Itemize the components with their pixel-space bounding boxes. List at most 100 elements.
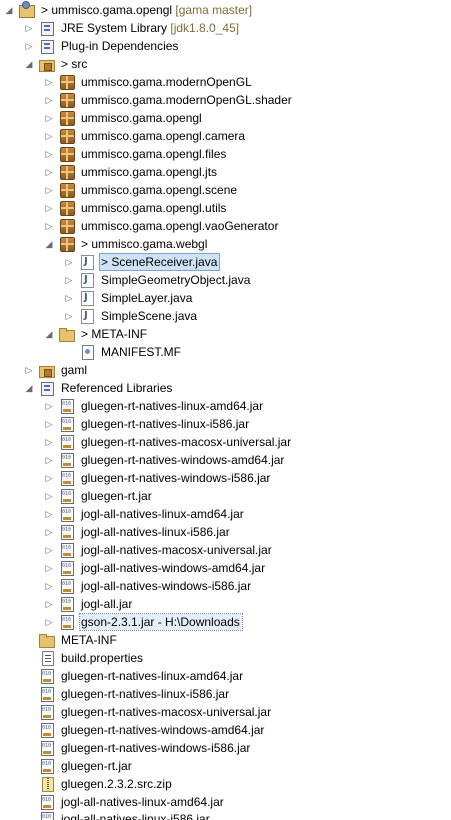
tree-row-refjar-gluegen-linux-i586[interactable]: ▷ gluegen-rt-natives-linux-i586.jar xyxy=(44,415,251,433)
collapsed-arrow-icon[interactable]: ▷ xyxy=(44,181,54,199)
tree-row-refjar-gluegen-windows-i586[interactable]: ▷ gluegen-rt-natives-windows-i586.jar xyxy=(44,469,272,487)
collapsed-arrow-icon[interactable]: ▷ xyxy=(44,577,54,595)
collapsed-arrow-icon[interactable]: ▷ xyxy=(24,19,34,37)
tree-item-label: SimpleScene.java xyxy=(100,308,199,324)
collapsed-arrow-icon[interactable]: ▷ xyxy=(44,199,54,217)
tree-row-plugin-dependencies[interactable]: ▷ Plug-in Dependencies xyxy=(24,37,180,55)
tree-item-text: gluegen.2.3.2.src.zip xyxy=(61,777,172,791)
jar-icon xyxy=(59,524,75,540)
tree-row-jar-jogl-linux-i586[interactable]: jogl-all-natives-linux-i586.jar xyxy=(24,811,212,820)
tree-row-jar-jogl-linux-amd64[interactable]: jogl-all-natives-linux-amd64.jar xyxy=(24,793,226,811)
collapsed-arrow-icon[interactable]: ▷ xyxy=(44,433,54,451)
collapsed-arrow-icon[interactable]: ▷ xyxy=(44,487,54,505)
collapsed-arrow-icon[interactable]: ▷ xyxy=(44,145,54,163)
collapsed-arrow-icon[interactable]: ▷ xyxy=(44,613,54,631)
tree-row-source-folder-gaml[interactable]: ▷ gaml xyxy=(24,361,89,379)
tree-row-package-opengl[interactable]: ▷ ummisco.gama.opengl xyxy=(44,109,204,127)
tree-row-jar-gluegen-linux-i586[interactable]: gluegen-rt-natives-linux-i586.jar xyxy=(24,685,231,703)
tree-row-refjar-gson[interactable]: ▷ gson-2.3.1.jar - H:\Downloads xyxy=(44,613,243,631)
tree-item-label: jogl-all-natives-windows-i586.jar xyxy=(80,578,253,594)
collapsed-arrow-icon[interactable]: ▷ xyxy=(44,541,54,559)
collapsed-arrow-icon[interactable]: ▷ xyxy=(44,451,54,469)
tree-row-refjar-jogl-linux-amd64[interactable]: ▷ jogl-all-natives-linux-amd64.jar xyxy=(44,505,246,523)
tree-item-label: gluegen-rt-natives-linux-amd64.jar xyxy=(60,668,245,684)
collapsed-arrow-icon[interactable]: ▷ xyxy=(44,91,54,109)
tree-row-package-modernopengl[interactable]: ▷ ummisco.gama.modernOpenGL xyxy=(44,73,254,91)
collapsed-arrow-icon[interactable]: ▷ xyxy=(44,469,54,487)
tree-row-package-opengl-scene[interactable]: ▷ ummisco.gama.opengl.scene xyxy=(44,181,239,199)
tree-row-file-build-properties[interactable]: build.properties xyxy=(24,649,145,667)
expanded-arrow-icon[interactable]: ◢ xyxy=(44,235,54,253)
properties-file-icon xyxy=(39,650,55,666)
collapsed-arrow-icon[interactable]: ▷ xyxy=(64,307,74,325)
tree-row-package-modernopengl-shader[interactable]: ▷ ummisco.gama.modernOpenGL.shader xyxy=(44,91,294,109)
tree-row-package-opengl-camera[interactable]: ▷ ummisco.gama.opengl.camera xyxy=(44,127,247,145)
tree-row-package-opengl-files[interactable]: ▷ ummisco.gama.opengl.files xyxy=(44,145,228,163)
collapsed-arrow-icon[interactable]: ▷ xyxy=(64,289,74,307)
collapsed-arrow-icon[interactable]: ▷ xyxy=(44,397,54,415)
tree-row-file-scenereceiver[interactable]: ▷ > SceneReceiver.java xyxy=(64,253,221,271)
expanded-arrow-icon[interactable]: ◢ xyxy=(24,379,34,397)
tree-row-refjar-gluegen-linux-amd64[interactable]: ▷ gluegen-rt-natives-linux-amd64.jar xyxy=(44,397,265,415)
collapsed-arrow-icon[interactable]: ▷ xyxy=(44,109,54,127)
collapsed-arrow-icon[interactable]: ▷ xyxy=(44,163,54,181)
expanded-arrow-icon[interactable]: ◢ xyxy=(24,55,34,73)
collapsed-arrow-icon[interactable]: ▷ xyxy=(44,217,54,235)
collapsed-arrow-icon[interactable]: ▷ xyxy=(44,595,54,613)
tree-row-refjar-jogl-windows-i586[interactable]: ▷ jogl-all-natives-windows-i586.jar xyxy=(44,577,253,595)
tree-row-refjar-gluegen-rt[interactable]: ▷ gluegen-rt.jar xyxy=(44,487,154,505)
tree-row-package-webgl[interactable]: ◢ > ummisco.gama.webgl xyxy=(44,235,209,253)
tree-row-folder-meta-inf[interactable]: META-INF xyxy=(24,631,119,649)
tree-row-refjar-gluegen-macosx[interactable]: ▷ gluegen-rt-natives-macosx-universal.jar xyxy=(44,433,293,451)
tree-row-jar-gluegen-rt[interactable]: gluegen-rt.jar xyxy=(24,757,134,775)
tree-item-label: gluegen-rt-natives-windows-i586.jar xyxy=(60,740,252,756)
collapsed-arrow-icon[interactable]: ▷ xyxy=(44,505,54,523)
tree-row-package-opengl-utils[interactable]: ▷ ummisco.gama.opengl.utils xyxy=(44,199,228,217)
tree-item-text: ummisco.gama.webgl xyxy=(91,237,208,251)
jar-icon xyxy=(39,668,55,684)
tree-row-jar-gluegen-windows-i586[interactable]: gluegen-rt-natives-windows-i586.jar xyxy=(24,739,252,757)
tree-item-text: ummisco.gama.modernOpenGL.shader xyxy=(81,93,292,107)
tree-row-refjar-jogl-linux-i586[interactable]: ▷ jogl-all-natives-linux-i586.jar xyxy=(44,523,232,541)
tree-item-label: build.properties xyxy=(60,650,145,666)
java-file-icon xyxy=(79,254,95,270)
expanded-arrow-icon[interactable]: ◢ xyxy=(4,1,14,19)
collapsed-arrow-icon[interactable]: ▷ xyxy=(44,73,54,91)
tree-row-jar-gluegen-linux-amd64[interactable]: gluegen-rt-natives-linux-amd64.jar xyxy=(24,667,245,685)
no-toggle-spacer xyxy=(24,703,34,721)
tree-item-text: jogl-all-natives-linux-i586.jar xyxy=(61,812,210,820)
tree-row-src-folder[interactable]: ◢ > src xyxy=(24,55,89,73)
tree-row-jre-system-library[interactable]: ▷ JRE System Library [jdk1.8.0_45] xyxy=(24,19,241,37)
tree-row-folder-meta-inf-src[interactable]: ◢ > META-INF xyxy=(44,325,149,343)
collapsed-arrow-icon[interactable]: ▷ xyxy=(44,523,54,541)
collapsed-arrow-icon[interactable]: ▷ xyxy=(24,37,34,55)
tree-row-refjar-jogl-all[interactable]: ▷ jogl-all.jar xyxy=(44,595,134,613)
jar-icon xyxy=(39,740,55,756)
tree-row-package-opengl-vaogenerator[interactable]: ▷ ummisco.gama.opengl.vaoGenerator xyxy=(44,217,280,235)
tree-row-file-simplescene[interactable]: ▷ SimpleScene.java xyxy=(64,307,199,325)
tree-row-refjar-jogl-macosx[interactable]: ▷ jogl-all-natives-macosx-universal.jar xyxy=(44,541,274,559)
collapsed-arrow-icon[interactable]: ▷ xyxy=(44,127,54,145)
collapsed-arrow-icon[interactable]: ▷ xyxy=(44,415,54,433)
collapsed-arrow-icon[interactable]: ▷ xyxy=(64,253,74,271)
tree-item-text: gluegen-rt.jar xyxy=(81,489,152,503)
no-toggle-spacer xyxy=(24,721,34,739)
tree-row-package-opengl-jts[interactable]: ▷ ummisco.gama.opengl.jts xyxy=(44,163,219,181)
tree-row-zip-gluegen-src[interactable]: gluegen.2.3.2.src.zip xyxy=(24,775,174,793)
tree-row-referenced-libraries[interactable]: ◢ Referenced Libraries xyxy=(24,379,174,397)
collapsed-arrow-icon[interactable]: ▷ xyxy=(44,559,54,577)
tree-row-jar-gluegen-windows-amd64[interactable]: gluegen-rt-natives-windows-amd64.jar xyxy=(24,721,266,739)
collapsed-arrow-icon[interactable]: ▷ xyxy=(64,271,74,289)
tree-row-file-simplegeometryobject[interactable]: ▷ SimpleGeometryObject.java xyxy=(64,271,252,289)
expanded-arrow-icon[interactable]: ◢ xyxy=(44,325,54,343)
tree-item-label: > META-INF xyxy=(80,326,149,342)
tree-row-refjar-jogl-windows-amd64[interactable]: ▷ jogl-all-natives-windows-amd64.jar xyxy=(44,559,267,577)
tree-row-project-ummisco-gama-opengl[interactable]: ◢ > ummisco.gama.opengl [gama master] xyxy=(4,1,254,19)
tree-item-text: gluegen-rt-natives-macosx-universal.jar xyxy=(61,705,272,719)
tree-item-label: SimpleGeometryObject.java xyxy=(100,272,252,288)
collapsed-arrow-icon[interactable]: ▷ xyxy=(24,361,34,379)
tree-row-file-simplelayer[interactable]: ▷ SimpleLayer.java xyxy=(64,289,194,307)
tree-row-file-manifest[interactable]: MANIFEST.MF xyxy=(64,343,183,361)
tree-row-jar-gluegen-macosx[interactable]: gluegen-rt-natives-macosx-universal.jar xyxy=(24,703,273,721)
tree-row-refjar-gluegen-windows-amd64[interactable]: ▷ gluegen-rt-natives-windows-amd64.jar xyxy=(44,451,286,469)
